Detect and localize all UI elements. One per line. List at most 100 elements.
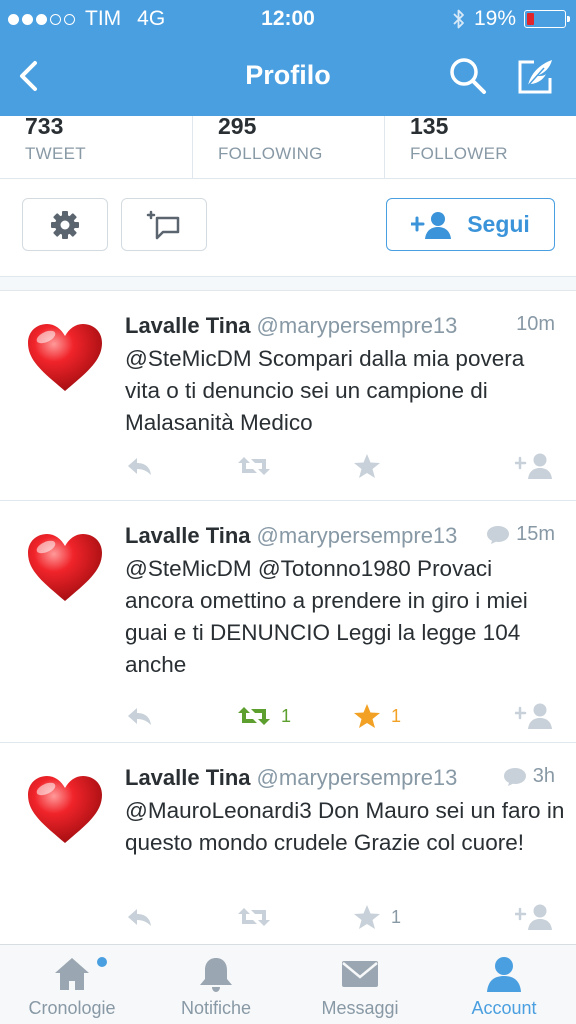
tweet-actions: 1 (125, 902, 565, 932)
bluetooth-icon (453, 9, 464, 29)
stat-label: FOLLOWING (218, 144, 323, 163)
status-bar: TIM 4G 12:00 19% (0, 0, 576, 38)
reply-icon (128, 708, 151, 725)
conversation-icon (487, 525, 510, 544)
search-icon[interactable] (446, 54, 490, 98)
battery-icon (524, 10, 570, 28)
tweet-author-name[interactable]: Lavalle Tina (125, 765, 251, 790)
star-icon (354, 704, 380, 728)
notification-dot (97, 957, 107, 967)
tweet-actions: 1 1 (125, 701, 565, 731)
settings-button[interactable] (22, 198, 108, 251)
tab-account[interactable]: Account (432, 945, 576, 1024)
stat-value: 733 (25, 113, 64, 139)
tab-label: Cronologie (28, 998, 116, 1018)
follow-user-button[interactable] (515, 902, 555, 932)
tab-home[interactable]: Cronologie (0, 945, 144, 1024)
reply-button[interactable] (125, 902, 153, 932)
home-icon (55, 958, 89, 990)
profile-stats: 733 TWEET 295 FOLLOWING 135 FOLLOWER (0, 113, 576, 179)
stat-label: FOLLOWER (410, 144, 508, 163)
retweet-icon (238, 908, 270, 926)
heart-avatar[interactable] (24, 773, 106, 847)
stat-following[interactable]: 295 FOLLOWING (192, 113, 384, 178)
tab-label: Account (471, 998, 537, 1018)
tweet-time: 3h (532, 765, 555, 787)
tweet-author-handle[interactable]: @marypersempre13 (257, 523, 458, 548)
conversation-icon (503, 767, 526, 786)
stat-label: TWEET (25, 144, 86, 163)
reply-button[interactable] (125, 451, 153, 481)
favorite-button[interactable]: 1 (353, 701, 401, 731)
tweet-header: Lavalle Tina @marypersempre13 3h (125, 765, 555, 795)
tweet-actions (125, 451, 565, 481)
tab-label: Messaggi (321, 998, 399, 1018)
tweet[interactable]: Lavalle Tina @marypersempre13 3h @MauroLe… (0, 743, 576, 953)
tweet-time: 15m (516, 523, 555, 545)
tweet-text: @SteMicDM Scompari dalla mia povera vita… (125, 346, 525, 435)
reply-icon (128, 458, 151, 475)
favorite-button[interactable]: 1 (353, 902, 401, 932)
favorite-button[interactable] (353, 451, 381, 481)
stat-followers[interactable]: 135 FOLLOWER (384, 113, 576, 178)
reply-button[interactable] (125, 701, 153, 731)
envelope-icon (342, 961, 378, 987)
tweet-header: Lavalle Tina @marypersempre13 10m (125, 313, 555, 343)
tweet-text: @SteMicDM @Totonno1980 Provaci ancora om… (125, 556, 528, 677)
header: TIM 4G 12:00 19% Profilo (0, 0, 576, 116)
tab-messages[interactable]: Messaggi (288, 945, 432, 1024)
follow-label: Segui (467, 211, 530, 237)
status-right: 19% (452, 7, 570, 31)
tweet-meta: 10m (512, 313, 555, 336)
reply-icon (128, 909, 151, 926)
heart-avatar[interactable] (24, 531, 106, 605)
retweet-icon (238, 457, 270, 475)
retweet-button[interactable]: 1 (237, 701, 291, 731)
retweet-button[interactable] (237, 902, 271, 932)
stat-tweets[interactable]: 733 TWEET (0, 113, 192, 178)
tab-label: Notifiche (180, 998, 252, 1018)
tweet-text: @MauroLeonardi3 Don Mauro sei un faro in… (125, 798, 565, 855)
battery-percent: 19% (473, 7, 516, 30)
person-icon (487, 957, 521, 992)
tweet-time: 10m (516, 313, 555, 335)
message-button[interactable] (121, 198, 207, 251)
tweet-meta: 15m (482, 523, 555, 546)
favorite-count: 1 (391, 906, 402, 927)
tweet[interactable]: Lavalle Tina @marypersempre13 10m @SteMic… (0, 291, 576, 501)
add-user-icon (515, 453, 552, 479)
add-user-icon (515, 703, 552, 729)
tweet-list: Lavalle Tina @marypersempre13 10m @SteMic… (0, 291, 576, 953)
star-icon (354, 454, 380, 478)
stat-value: 135 (410, 113, 449, 139)
profile-actions: Segui (0, 179, 576, 277)
tweet[interactable]: Lavalle Tina @marypersempre13 15m @SteMic… (0, 501, 576, 743)
favorite-count: 1 (391, 705, 402, 726)
heart-avatar[interactable] (24, 321, 106, 395)
tweet-author-handle[interactable]: @marypersempre13 (257, 765, 458, 790)
retweet-button[interactable] (237, 451, 271, 481)
bell-icon (200, 958, 232, 992)
retweet-icon (238, 707, 270, 725)
add-user-icon (515, 904, 552, 930)
stat-value: 295 (218, 113, 257, 139)
tweet-header: Lavalle Tina @marypersempre13 15m (125, 523, 555, 553)
star-icon (354, 905, 380, 929)
tab-bar: Cronologie Notifiche Messaggi Account (0, 944, 576, 1024)
tweet-author-handle[interactable]: @marypersempre13 (257, 313, 458, 338)
tweet-author-name[interactable]: Lavalle Tina (125, 523, 251, 548)
tweet-meta: 3h (498, 765, 555, 788)
nav-bar: Profilo (0, 38, 576, 116)
add-message-icon (146, 210, 180, 239)
follow-user-button[interactable] (515, 701, 555, 731)
tweet-author-name[interactable]: Lavalle Tina (125, 313, 251, 338)
follow-user-button[interactable] (515, 451, 555, 481)
compose-icon[interactable] (514, 54, 558, 98)
tab-notifications[interactable]: Notifiche (144, 945, 288, 1024)
gear-icon (51, 210, 79, 239)
retweet-count: 1 (281, 705, 292, 726)
follow-button[interactable]: Segui (386, 198, 555, 251)
add-user-icon (411, 211, 452, 239)
section-divider (0, 277, 576, 291)
battery-level (527, 13, 534, 25)
